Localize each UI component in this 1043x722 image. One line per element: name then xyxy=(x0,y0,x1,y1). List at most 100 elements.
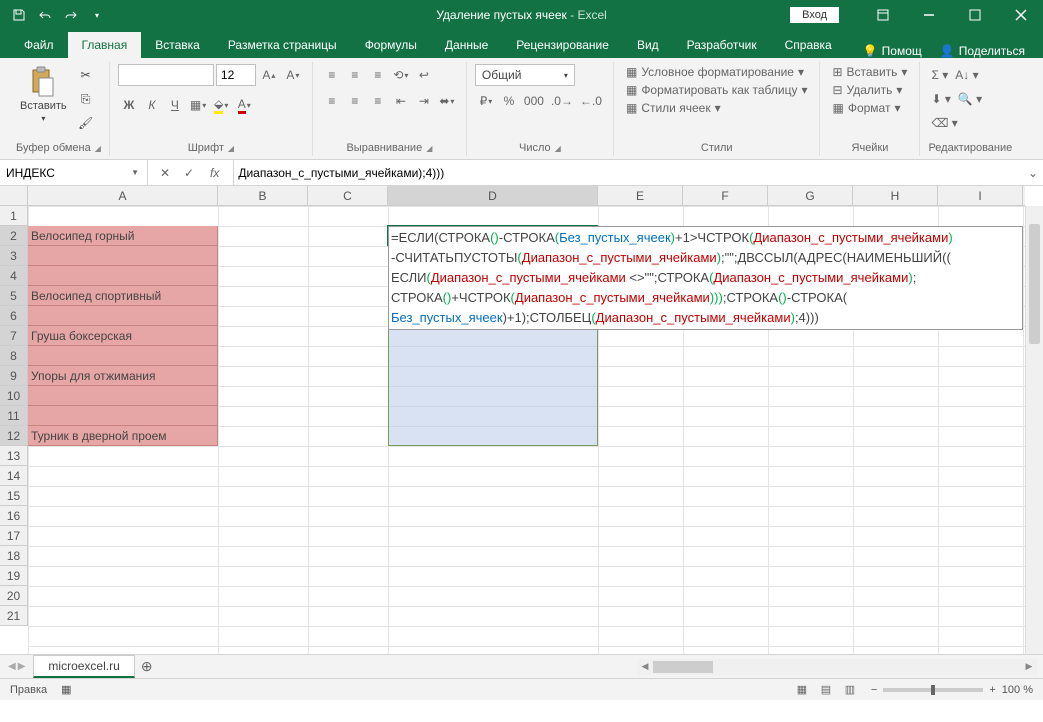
expand-formula-bar-icon[interactable]: ⌄ xyxy=(1023,166,1043,180)
row-header[interactable]: 7 xyxy=(0,326,27,346)
worksheet-grid[interactable]: ABCDEFGHI 123456789101112131415161718192… xyxy=(0,186,1043,654)
cell[interactable]: Велосипед горный xyxy=(28,226,218,246)
tab-insert[interactable]: Вставка xyxy=(141,32,214,58)
tab-view[interactable]: Вид xyxy=(623,32,673,58)
cell[interactable]: Груша боксерская xyxy=(28,326,218,346)
row-header[interactable]: 14 xyxy=(0,466,27,486)
conditional-format-button[interactable]: ▦Условное форматирование ▾ xyxy=(622,64,812,80)
cancel-formula-icon[interactable]: ✕ xyxy=(156,164,174,182)
row-header[interactable]: 5 xyxy=(0,286,27,306)
cell[interactable] xyxy=(28,306,218,326)
ribbon-options-icon[interactable] xyxy=(861,0,905,30)
column-header[interactable]: H xyxy=(853,186,938,205)
zoom-control[interactable]: − + 100 % xyxy=(871,684,1033,696)
column-header[interactable]: I xyxy=(938,186,1023,205)
cells-area[interactable]: Велосипед горныйВелосипед спортивныйГруш… xyxy=(28,206,1025,654)
tab-layout[interactable]: Разметка страницы xyxy=(214,32,351,58)
format-cells-button[interactable]: ▦Формат ▾ xyxy=(828,100,911,116)
page-layout-view-icon[interactable]: ▤ xyxy=(815,681,837,699)
tab-home[interactable]: Главная xyxy=(68,32,142,58)
dialog-launcher-icon[interactable]: ◢ xyxy=(95,144,101,153)
cell[interactable]: Упоры для отжимания xyxy=(28,366,218,386)
select-all-corner[interactable] xyxy=(0,186,28,206)
tab-developer[interactable]: Разработчик xyxy=(673,32,771,58)
format-painter-icon[interactable]: 🖌 xyxy=(75,112,97,134)
format-as-table-button[interactable]: ▦Форматировать как таблицу ▾ xyxy=(622,82,812,98)
cell-styles-button[interactable]: ▦Стили ячеек ▾ xyxy=(622,100,812,116)
increase-indent-icon[interactable]: ⇥ xyxy=(413,90,435,112)
zoom-out-icon[interactable]: − xyxy=(871,684,877,696)
align-bottom-icon[interactable]: ≡ xyxy=(367,64,389,86)
column-header[interactable]: A xyxy=(28,186,218,205)
row-header[interactable]: 11 xyxy=(0,406,27,426)
row-header[interactable]: 21 xyxy=(0,606,27,626)
scroll-right-icon[interactable]: ▶ xyxy=(1021,661,1037,672)
column-header[interactable]: B xyxy=(218,186,308,205)
dialog-launcher-icon[interactable]: ◢ xyxy=(228,144,234,153)
row-header[interactable]: 2 xyxy=(0,226,27,246)
dialog-launcher-icon[interactable]: ◢ xyxy=(426,144,432,153)
tab-file[interactable]: Файл xyxy=(10,32,68,58)
tab-formulas[interactable]: Формулы xyxy=(351,32,431,58)
row-header[interactable]: 18 xyxy=(0,546,27,566)
horizontal-scrollbar[interactable]: ◀ ▶ xyxy=(637,659,1037,675)
redo-icon[interactable] xyxy=(60,4,82,26)
align-right-icon[interactable]: ≡ xyxy=(367,90,389,112)
column-header[interactable]: D xyxy=(388,186,598,205)
decrease-decimal-icon[interactable]: ←.0 xyxy=(577,90,605,112)
row-header[interactable]: 9 xyxy=(0,366,27,386)
name-box-input[interactable] xyxy=(4,164,127,182)
zoom-slider[interactable] xyxy=(883,688,983,692)
font-size-input[interactable] xyxy=(216,64,256,86)
italic-button[interactable]: К xyxy=(141,94,163,116)
save-icon[interactable] xyxy=(8,4,30,26)
zoom-in-icon[interactable]: + xyxy=(989,684,995,696)
scroll-left-icon[interactable]: ◀ xyxy=(637,661,653,672)
align-center-icon[interactable]: ≡ xyxy=(344,90,366,112)
cell[interactable] xyxy=(28,266,218,286)
row-header[interactable]: 16 xyxy=(0,506,27,526)
font-color-icon[interactable]: A▾ xyxy=(233,94,255,116)
vertical-scrollbar[interactable] xyxy=(1025,206,1043,654)
fill-icon[interactable]: ⬇ ▾ xyxy=(928,88,953,110)
underline-button[interactable]: Ч xyxy=(164,94,186,116)
formula-input[interactable] xyxy=(234,164,1023,182)
find-icon[interactable]: 🔍 ▾ xyxy=(955,88,985,110)
delete-cells-button[interactable]: ⊟Удалить ▾ xyxy=(828,82,911,98)
cell[interactable] xyxy=(28,346,218,366)
wrap-text-icon[interactable]: ↩ xyxy=(413,64,435,86)
name-box-dropdown-icon[interactable]: ▼ xyxy=(127,168,143,177)
row-header[interactable]: 12 xyxy=(0,426,27,446)
tell-me[interactable]: 💡Помощ xyxy=(863,44,922,58)
decrease-font-icon[interactable]: A▾ xyxy=(282,64,304,86)
borders-icon[interactable]: ▦▾ xyxy=(187,94,209,116)
number-format-select[interactable]: Общий▾ xyxy=(475,64,575,86)
minimize-icon[interactable] xyxy=(907,0,951,30)
cell[interactable]: Турник в дверной проем xyxy=(28,426,218,446)
enter-formula-icon[interactable]: ✓ xyxy=(180,164,198,182)
align-left-icon[interactable]: ≡ xyxy=(321,90,343,112)
macro-record-icon[interactable]: ▦ xyxy=(61,683,71,696)
row-header[interactable]: 13 xyxy=(0,446,27,466)
normal-view-icon[interactable]: ▦ xyxy=(791,681,813,699)
name-box[interactable]: ▼ xyxy=(0,160,148,185)
align-middle-icon[interactable]: ≡ xyxy=(344,64,366,86)
share-button[interactable]: 👤Поделиться xyxy=(940,44,1025,58)
orientation-icon[interactable]: ⟲▾ xyxy=(390,64,412,86)
row-header[interactable]: 1 xyxy=(0,206,27,226)
bold-button[interactable]: Ж xyxy=(118,94,140,116)
row-header[interactable]: 3 xyxy=(0,246,27,266)
decrease-indent-icon[interactable]: ⇤ xyxy=(390,90,412,112)
row-header[interactable]: 4 xyxy=(0,266,27,286)
merge-icon[interactable]: ⬌▾ xyxy=(436,90,458,112)
row-header[interactable]: 19 xyxy=(0,566,27,586)
add-sheet-icon[interactable]: ⊕ xyxy=(135,658,159,675)
close-icon[interactable] xyxy=(999,0,1043,30)
column-header[interactable]: E xyxy=(598,186,683,205)
insert-cells-button[interactable]: ⊞Вставить ▾ xyxy=(828,64,911,80)
cell[interactable] xyxy=(28,406,218,426)
copy-icon[interactable]: ⎘ xyxy=(75,88,97,110)
page-break-view-icon[interactable]: ▥ xyxy=(839,681,861,699)
increase-font-icon[interactable]: A▴ xyxy=(258,64,280,86)
cell[interactable] xyxy=(28,386,218,406)
